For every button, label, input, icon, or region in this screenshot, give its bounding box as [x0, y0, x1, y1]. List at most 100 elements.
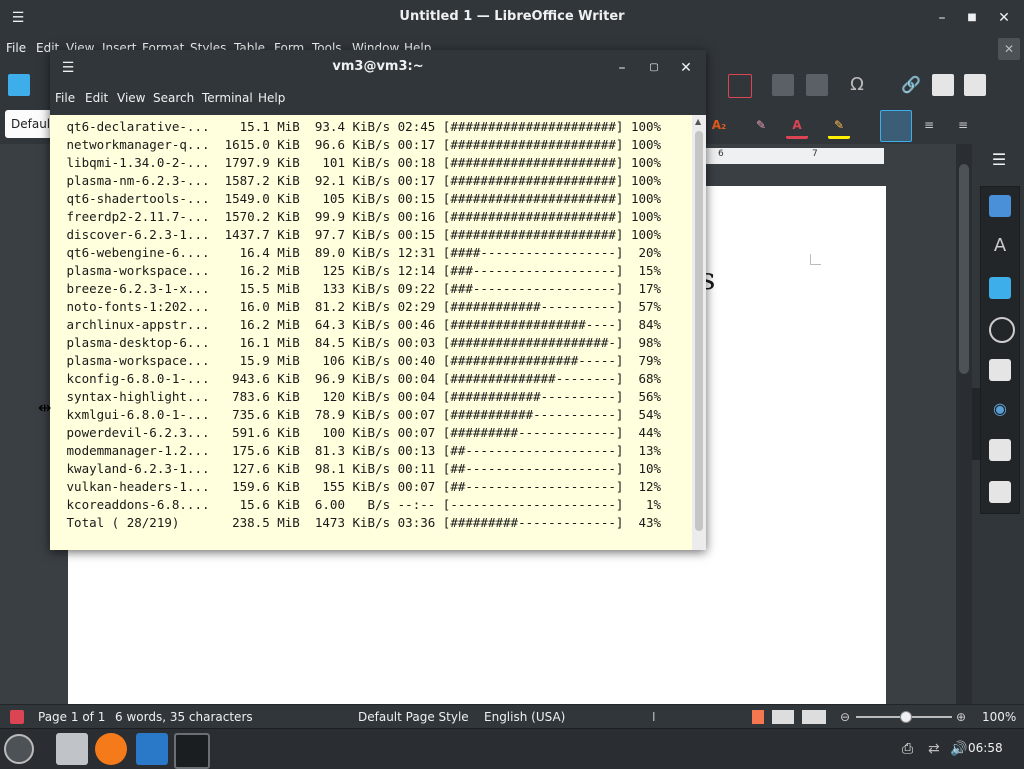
text-frame-icon[interactable]: [728, 74, 752, 98]
writer-titlebar[interactable]: ☰ Untitled 1 — LibreOffice Writer – ■ ✕: [0, 0, 1024, 36]
hyperlink-icon[interactable]: 🔗: [900, 74, 922, 96]
page-icon[interactable]: [989, 359, 1011, 381]
terminal-line: kcoreaddons-6.8.... 15.6 KiB 6.00 B/s --…: [59, 497, 662, 512]
close-icon[interactable]: ✕: [994, 8, 1014, 28]
terminal-line: plasma-workspace... 16.2 MiB 125 KiB/s 1…: [59, 263, 662, 278]
terminal-icon[interactable]: [174, 733, 210, 769]
terminal-menubar: File Edit View Search Terminal Help: [50, 88, 706, 110]
horizontal-ruler[interactable]: 6 7: [706, 148, 884, 164]
app-launcher-icon[interactable]: [4, 734, 34, 764]
comment-icon[interactable]: [964, 74, 986, 96]
terminal-close-icon[interactable]: ✕: [676, 58, 696, 78]
volume-icon[interactable]: 🔊: [950, 741, 967, 757]
document-modified-icon[interactable]: [10, 710, 24, 724]
special-character-icon[interactable]: Ω: [846, 74, 868, 96]
clock[interactable]: 06:58: [968, 741, 1003, 755]
new-document-icon[interactable]: [8, 74, 30, 96]
zoom-level[interactable]: 100%: [982, 710, 1016, 724]
terminal-line: breeze-6.2.3-1-x... 15.5 MiB 133 KiB/s 0…: [59, 281, 662, 296]
font-color-icon[interactable]: A: [786, 114, 808, 139]
document-scrollbar[interactable]: [956, 144, 972, 704]
zoom-slider[interactable]: [856, 711, 952, 723]
terminal-line: kwayland-6.2.3-1... 127.6 KiB 98.1 KiB/s…: [59, 461, 662, 476]
align-right-icon[interactable]: ≡: [952, 114, 974, 136]
highlight-icon[interactable]: ✎: [828, 114, 850, 139]
terminal-scrollbar[interactable]: ▲: [692, 115, 706, 550]
terminal-minimize-icon[interactable]: –: [612, 58, 632, 78]
terminal-line: archlinux-appstr... 16.2 MiB 64.3 KiB/s …: [59, 317, 662, 332]
styles-icon[interactable]: A: [989, 235, 1011, 257]
footnote-icon[interactable]: [932, 74, 954, 96]
printer-icon[interactable]: ⎙: [902, 741, 913, 757]
zoom-slider-handle[interactable]: [900, 711, 912, 723]
firefox-icon[interactable]: [95, 733, 127, 765]
network-icon[interactable]: ⇄: [928, 741, 940, 757]
navigator-icon[interactable]: [989, 317, 1015, 343]
terminal-lines: qt6-declarative-... 15.1 MiB 93.4 KiB/s …: [59, 118, 662, 532]
word-count[interactable]: 6 words, 35 characters: [115, 710, 253, 724]
sidebar-menu-icon[interactable]: ☰: [984, 150, 1014, 176]
sidebar-collapse-handle[interactable]: [972, 388, 980, 460]
clear-formatting-icon[interactable]: ✎: [750, 114, 772, 136]
terminal-menu-terminal[interactable]: Terminal: [202, 91, 253, 105]
terminal-line: plasma-desktop-6... 16.1 MiB 84.5 KiB/s …: [59, 335, 662, 350]
terminal-line: kconfig-6.8.0-1-... 943.6 KiB 96.9 KiB/s…: [59, 371, 662, 386]
terminal-scrollbar-thumb[interactable]: [695, 131, 703, 531]
terminal-line: noto-fonts-1:202... 16.0 MiB 81.2 KiB/s …: [59, 299, 662, 314]
terminal-line: plasma-workspace... 15.9 MiB 106 KiB/s 0…: [59, 353, 662, 368]
terminal-line: Total ( 28/219) 238.5 MiB 1473 KiB/s 03:…: [59, 515, 662, 530]
terminal-maximize-icon[interactable]: ▢: [644, 58, 664, 78]
close-document-icon[interactable]: ✕: [998, 38, 1020, 60]
terminal-output[interactable]: qt6-declarative-... 15.1 MiB 93.4 KiB/s …: [50, 115, 692, 550]
menu-file[interactable]: File: [6, 41, 26, 55]
align-center-icon[interactable]: ≡: [918, 114, 940, 136]
terminal-menu-view[interactable]: View: [117, 91, 145, 105]
terminal-line: plasma-nm-6.2.3-... 1587.2 KiB 92.1 KiB/…: [59, 173, 662, 188]
page-style[interactable]: Default Page Style: [358, 710, 469, 724]
terminal-line: libqmi-1.34.0-2-... 1797.9 KiB 101 KiB/s…: [59, 155, 662, 170]
subscript-icon[interactable]: A₂: [708, 114, 730, 136]
terminal-line: discover-6.2.3-1... 1437.7 KiB 97.7 KiB/…: [59, 227, 662, 242]
terminal-menu-edit[interactable]: Edit: [85, 91, 108, 105]
scroll-up-icon[interactable]: ▲: [695, 117, 701, 126]
accessibility-check-icon[interactable]: [989, 481, 1011, 503]
terminal-line: vulkan-headers-1... 159.6 KiB 155 KiB/s …: [59, 479, 662, 494]
maximize-icon[interactable]: ■: [962, 8, 982, 28]
terminal-line: qt6-webengine-6.... 16.4 MiB 89.0 KiB/s …: [59, 245, 662, 260]
selection-mode-icon[interactable]: I: [652, 710, 656, 724]
terminal-menu-search[interactable]: Search: [153, 91, 194, 105]
taskbar: ⎙ ⇄ 🔊 06:58: [0, 728, 1024, 769]
ruler-mark-6: 6: [718, 149, 724, 159]
terminal-line: powerdevil-6.2.3... 591.6 KiB 100 KiB/s …: [59, 425, 662, 440]
writer-icon[interactable]: [136, 733, 168, 765]
minimize-icon[interactable]: –: [932, 8, 952, 28]
properties-icon[interactable]: [989, 195, 1011, 217]
page-count[interactable]: Page 1 of 1: [38, 710, 105, 724]
file-manager-icon[interactable]: [56, 733, 88, 765]
insert-column-icon[interactable]: [806, 74, 828, 96]
terminal-line: qt6-shadertools-... 1549.0 KiB 105 KiB/s…: [59, 191, 662, 206]
terminal-menu-file[interactable]: File: [55, 91, 75, 105]
zoom-in-icon[interactable]: ⊕: [956, 710, 966, 724]
terminal-title: vm3@vm3:~: [332, 59, 424, 74]
writer-title: Untitled 1 — LibreOffice Writer: [399, 9, 625, 24]
scrollbar-thumb[interactable]: [959, 164, 969, 374]
terminal-line: networkmanager-q... 1615.0 KiB 96.6 KiB/…: [59, 137, 662, 152]
language[interactable]: English (USA): [484, 710, 565, 724]
gallery-icon[interactable]: [989, 277, 1011, 299]
terminal-menu-help[interactable]: Help: [258, 91, 285, 105]
multi-page-view-icon[interactable]: [772, 710, 794, 724]
zoom-out-icon[interactable]: ⊖: [840, 710, 850, 724]
align-left-icon[interactable]: [880, 110, 912, 142]
terminal-line: freerdp2-2.11.7-... 1570.2 KiB 99.9 KiB/…: [59, 209, 662, 224]
book-view-icon[interactable]: [802, 710, 826, 724]
single-page-view-icon[interactable]: [752, 710, 764, 724]
mouse-cursor-icon: ⇹: [38, 398, 52, 417]
terminal-line: qt6-declarative-... 15.1 MiB 93.4 KiB/s …: [59, 119, 662, 134]
terminal-titlebar[interactable]: ☰ vm3@vm3:~ – ▢ ✕: [50, 50, 706, 86]
terminal-line: syntax-highlight... 783.6 KiB 120 KiB/s …: [59, 389, 662, 404]
manage-changes-icon[interactable]: [989, 439, 1011, 461]
insert-row-icon[interactable]: [772, 74, 794, 96]
ruler-mark-7: 7: [812, 149, 818, 159]
style-inspector-icon[interactable]: ◉: [989, 399, 1011, 421]
